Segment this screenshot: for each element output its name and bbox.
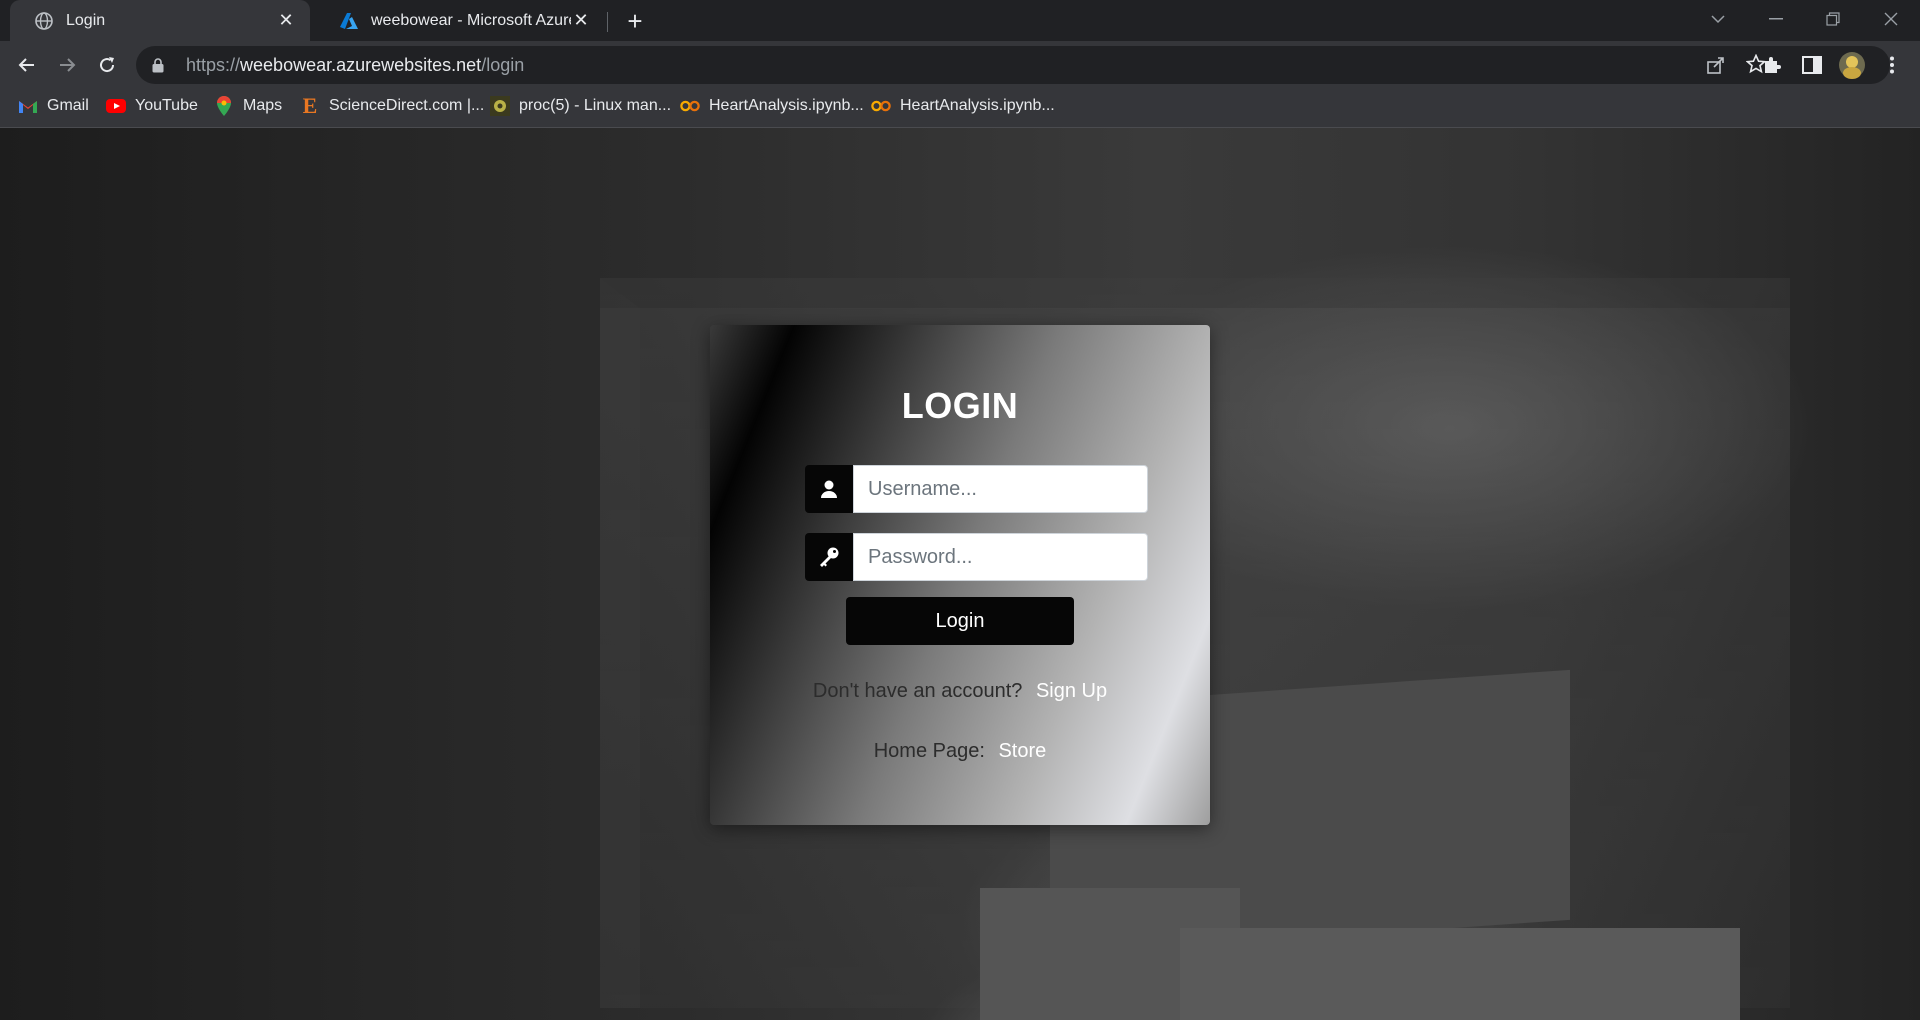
tab-strip: Login ✕ weebowear - Microsoft Azure ✕ + xyxy=(0,0,1920,41)
avatar[interactable] xyxy=(1836,49,1868,81)
bookmark-heartanalysis-1[interactable]: HeartAnalysis.ipynb... xyxy=(680,89,864,123)
tab-login[interactable]: Login ✕ xyxy=(10,0,310,41)
tab-azure[interactable]: weebowear - Microsoft Azure ✕ xyxy=(315,0,605,41)
youtube-icon xyxy=(106,96,126,116)
bookmark-label: Gmail xyxy=(47,97,89,114)
signup-link[interactable]: Sign Up xyxy=(1036,680,1107,702)
bookmark-gmail[interactable]: Gmail xyxy=(18,89,89,123)
colab-icon xyxy=(871,96,891,116)
minimize-button[interactable] xyxy=(1750,0,1802,38)
signup-line: Don't have an account? Sign Up xyxy=(710,680,1210,703)
tab-search-button[interactable] xyxy=(1692,0,1744,38)
lock-icon xyxy=(152,57,168,73)
azure-icon xyxy=(339,11,359,31)
back-button[interactable] xyxy=(11,49,43,81)
sciencedirect-icon: E xyxy=(302,93,318,118)
store-link[interactable]: Store xyxy=(998,740,1046,762)
tab-title: Login xyxy=(66,11,106,29)
bookmark-heartanalysis-2[interactable]: HeartAnalysis.ipynb... xyxy=(871,89,1055,123)
username-field-group xyxy=(805,465,1148,513)
bookmark-linux-man[interactable]: proc(5) - Linux man... xyxy=(490,89,671,123)
address-bar[interactable]: https://weebowear.azurewebsites.net/logi… xyxy=(136,46,1890,84)
login-button[interactable]: Login xyxy=(846,597,1074,645)
new-tab-button[interactable]: + xyxy=(622,6,648,36)
password-field-group xyxy=(805,533,1148,581)
reload-button[interactable] xyxy=(91,49,123,81)
bookmarks-bar: Gmail YouTube Maps E ScienceDirect.com |… xyxy=(0,89,1920,128)
linux-man-icon xyxy=(490,96,510,116)
user-icon xyxy=(805,465,853,513)
gmail-icon xyxy=(18,96,38,116)
bookmark-label: YouTube xyxy=(135,97,198,114)
close-window-button[interactable] xyxy=(1865,0,1917,38)
browser-toolbar: https://weebowear.azurewebsites.net/logi… xyxy=(0,41,1920,89)
url-path: /login xyxy=(481,54,525,75)
bookmark-sciencedirect[interactable]: E ScienceDirect.com |... xyxy=(300,89,485,123)
extensions-icon[interactable] xyxy=(1756,49,1788,81)
bookmark-maps[interactable]: Maps xyxy=(214,89,282,123)
bookmark-youtube[interactable]: YouTube xyxy=(106,89,198,123)
home-prompt: Home Page: xyxy=(873,740,985,762)
url-scheme: https:// xyxy=(186,54,241,75)
bookmark-label: HeartAnalysis.ipynb... xyxy=(709,97,864,114)
close-icon[interactable]: ✕ xyxy=(571,10,591,31)
page-title: LOGIN xyxy=(901,385,1019,426)
share-icon[interactable] xyxy=(1706,55,1726,80)
globe-icon xyxy=(34,11,54,31)
restore-button[interactable] xyxy=(1807,0,1859,38)
bookmark-label: HeartAnalysis.ipynb... xyxy=(900,97,1055,114)
key-icon xyxy=(805,533,853,581)
page-background: LOGIN Login Don't have an account? Sign … xyxy=(0,128,1920,1020)
menu-icon[interactable] xyxy=(1876,49,1908,81)
side-panel-icon[interactable] xyxy=(1796,49,1828,81)
username-input[interactable] xyxy=(853,465,1148,513)
url-host: weebowear.azurewebsites.net xyxy=(240,54,482,75)
login-card: LOGIN Login Don't have an account? Sign … xyxy=(710,325,1210,825)
bookmark-label: Maps xyxy=(243,97,283,114)
bookmark-label: proc(5) - Linux man... xyxy=(519,97,672,114)
bookmark-label: ScienceDirect.com |... xyxy=(329,97,485,114)
colab-icon xyxy=(680,96,700,116)
signup-prompt: Don't have an account? xyxy=(812,680,1023,702)
forward-button[interactable] xyxy=(51,49,83,81)
maps-icon xyxy=(214,96,234,116)
close-icon[interactable]: ✕ xyxy=(276,10,296,31)
tab-title: weebowear - Microsoft Azure xyxy=(371,11,571,29)
tab-divider xyxy=(607,12,608,32)
background-box xyxy=(1180,928,1740,1020)
password-input[interactable] xyxy=(853,533,1148,581)
home-line: Home Page: Store xyxy=(710,740,1210,763)
